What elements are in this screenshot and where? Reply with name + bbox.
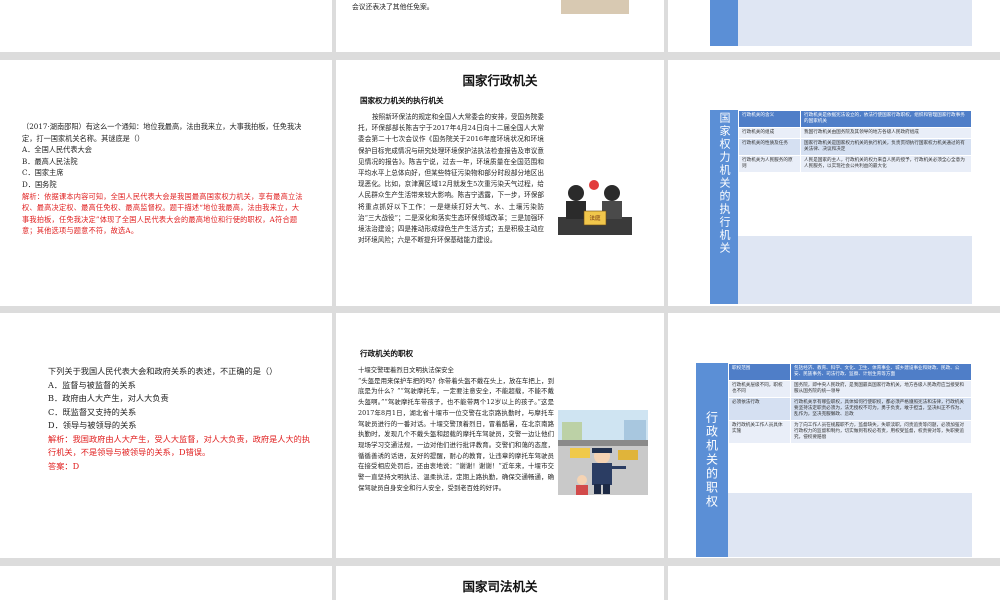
slide-title: 国家司法机关: [462, 579, 538, 594]
table-cell: 国务院，即中央人民政府，是我国最高国家行政机关，地方各级人民政府应当接受和服从国…: [790, 380, 972, 398]
table-cell: 国家行政机关是国家权力机关的执行机关，负责贯彻执行国家权力机关通过的有关法律、决…: [800, 138, 972, 156]
table-row: 行政机关层级不同，职权也不同 国务院，即中央人民政府，是我国最高国家行政机关，地…: [728, 380, 972, 398]
answer-text: 答案：D: [48, 460, 80, 471]
table-cell: 行政机关是依据宪法设立的，依法行使国家行政职权，组织和管理国家行政事务的国家机关: [800, 110, 972, 128]
question-stem: 下列关于我国人民代表大会和政府关系的表述，不正确的是（）: [48, 366, 278, 376]
option: A．全国人民代表大会: [22, 145, 92, 155]
table-cell: 为了向工作人员在规履职不力，监督缺失，失职渎职，问责追责等问题，必须加强对行政权…: [790, 420, 972, 444]
table-cell: 政行政机关工作人员具体实施: [728, 420, 791, 444]
slide-thumbnail[interactable]: 行政机关的职权 十堰交警理着烈日文明执法保安全 “头盔是用来保护车把的吗？你带着…: [336, 313, 664, 558]
photo-thumbnail: [561, 0, 629, 14]
option: C．既监督又支持的关系: [48, 406, 137, 417]
side-label: 国家权力机关的执行机关: [710, 110, 738, 304]
table-cell: 职权范围: [728, 363, 791, 381]
table-cell: 行政机关的组成: [738, 127, 801, 139]
slide-thumbnail[interactable]: 国家司法机关: [336, 566, 664, 600]
table-cell: 行政机关的含义: [738, 110, 801, 128]
table-row: 行政机关为人民服务的原则 人民是国家的主人，行政机关的权力来自人民的授予，行政机…: [738, 155, 972, 173]
slide-paragraph: 按照新环保法的规定和全国人大常委会的安排，受国务院委托，环保部部长陈吉宁于201…: [358, 113, 544, 245]
info-table: 行政机关的含义 行政机关是依据宪法设立的，依法行使国家行政职权，组织和管理国家行…: [738, 110, 972, 173]
table-row: 职权范围 包括经济、教育、科学、文化、卫生、体育事业、城乡建设事业和财政、民政、…: [728, 363, 972, 381]
table-cell: 必须依法行政: [728, 397, 791, 421]
answer-analysis: 解析：依据课本内容可知，全国人民代表大会是我国最高国家权力机关，享有最高立法权、…: [22, 191, 303, 236]
option: B．政府由人大产生，对人大负责: [48, 393, 169, 403]
table-blank-area: [728, 493, 972, 557]
table-cell: 我国行政机关由国务院及其领导的地方各级人民政府组成: [800, 127, 972, 139]
side-label-text: 行政机关的职权: [704, 411, 719, 509]
table-cell: 行政机关为人民服务的原则: [738, 155, 801, 173]
blue-side-bar: [710, 0, 738, 46]
courtroom-illustration: 法庭: [554, 175, 636, 237]
slide-subtitle: 行政机关的职权: [360, 349, 414, 358]
court-sign-text: 法庭: [589, 216, 601, 222]
slide-thumbnail[interactable]: 行政机关的职权 职权范围 包括经济、教育、科学、文化、卫生、体育事业、城乡建设事…: [668, 313, 1000, 558]
option: D．国务院: [22, 179, 57, 189]
table-cell: 行政机关享有哪些职权，具体如何行使职权，都必须严格遵照宪法和法律，行政机关要坚持…: [790, 397, 972, 421]
table-row: 行政机关的组成 我国行政机关由国务院及其领导的地方各级人民政府组成: [738, 127, 972, 139]
table-area: [738, 0, 972, 46]
slide-text: 会议还表决了其他任免案。: [352, 3, 434, 11]
info-table: 职权范围 包括经济、教育、科学、文化、卫生、体育事业、城乡建设事业和财政、民政、…: [728, 363, 972, 444]
slide-thumbnail[interactable]: 下列关于我国人民代表大会和政府关系的表述，不正确的是（） A．监督与被监督的关系…: [0, 313, 332, 558]
option: A．监督与被监督的关系: [48, 379, 136, 390]
slide-thumbnail[interactable]: （2017·湖南邵阳）有这么一个通知：地位我最高，法由我来立，大事我拍板，任免我…: [0, 60, 332, 306]
table-row: 行政机关的性质及任务 国家行政机关是国家权力机关的执行机关，负责贯彻执行国家权力…: [738, 138, 972, 156]
option: D．领导与被领导的关系: [48, 420, 137, 430]
option: B．最高人民法院: [22, 156, 78, 166]
slide-thumbnail[interactable]: [0, 0, 332, 52]
answer-analysis: 解析：我国政府由人大产生，受人大监督，对人大负责，政府是人大的执行机关，不是领导…: [48, 433, 311, 458]
table-cell: 人民是国家的主人，行政机关的权力来自人民的授予，行政机关必须全心全意为人民服务，…: [800, 155, 972, 173]
slide-subtitle: 国家权力机关的执行机关: [360, 96, 444, 105]
table-blank-area: [738, 236, 972, 304]
table-row: 政行政机关工作人员具体实施 为了向工作人员在规履职不力，监督缺失，失职渎职，问责…: [728, 420, 972, 444]
slide-thumbnail[interactable]: [0, 566, 332, 600]
traffic-police-illustration: [558, 410, 648, 495]
slide-thumbnail[interactable]: 会议还表决了其他任免案。: [336, 0, 664, 52]
table-row: 必须依法行政 行政机关享有哪些职权，具体如何行使职权，都必须严格遵照宪法和法律，…: [728, 397, 972, 421]
table-cell: 行政机关层级不同，职权也不同: [728, 380, 791, 398]
table-cell: 包括经济、教育、科学、文化、卫生、体育事业、城乡建设事业和财政、民政、公安、民族…: [790, 363, 972, 381]
slide-thumbnail[interactable]: [668, 0, 1000, 52]
slide-paragraph: 十堰交警理着烈日文明执法保安全 “头盔是用来保护车把的吗？你带着头盔不戴在头上，…: [358, 366, 554, 492]
side-label-text: 国家权力机关的执行机关: [718, 112, 731, 255]
option: C．国家主席: [22, 168, 64, 178]
table-cell: 行政机关的性质及任务: [738, 138, 801, 156]
question-stem: （2017·湖南邵阳）有这么一个通知：地位我最高，法由我来立，大事我拍板，任免我…: [22, 122, 302, 143]
side-label: 行政机关的职权: [696, 363, 728, 557]
table-row: 行政机关的含义 行政机关是依据宪法设立的，依法行使国家行政职权，组织和管理国家行…: [738, 110, 972, 128]
slide-thumbnail[interactable]: [668, 566, 1000, 600]
slide-title: 国家行政机关: [462, 73, 538, 88]
slide-thumbnail[interactable]: 国家权力机关的执行机关 行政机关的含义 行政机关是依据宪法设立的，依法行使国家行…: [668, 60, 1000, 306]
slide-thumbnail[interactable]: 国家行政机关 国家权力机关的执行机关 按照新环保法的规定和全国人大常委会的安排，…: [336, 60, 664, 306]
